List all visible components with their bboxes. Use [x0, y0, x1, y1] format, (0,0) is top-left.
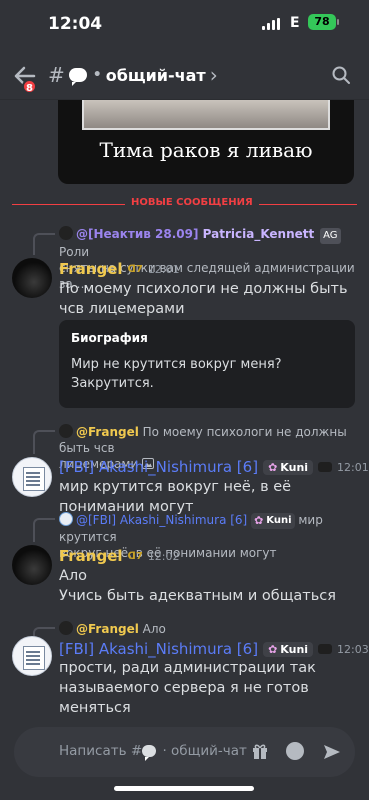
- avatar[interactable]: [12, 636, 52, 676]
- avatar[interactable]: [12, 545, 52, 585]
- message-header: Frangel ꓷ7 12:02: [59, 547, 180, 565]
- message-header: [FBI] Akashi_Nishimura [6] ✿ Kuni 12:03: [59, 640, 369, 658]
- message-text: Учись быть адекватным и общаться: [59, 588, 336, 604]
- role-icon: ꓷ7: [127, 263, 143, 275]
- placeholder-channel: · общий-чат: [158, 743, 247, 759]
- message-text: По моему психологи не должны быть чсв ли…: [59, 281, 348, 317]
- server-tag: ✿ Kuni: [263, 641, 314, 657]
- server-tag: ✿ Kuni: [263, 459, 314, 475]
- reply-server-tag-label: Kuni: [266, 515, 292, 526]
- avatar[interactable]: [12, 258, 52, 298]
- role-icon: ꓷ7: [127, 550, 143, 562]
- network-label: E: [290, 15, 300, 31]
- message-input[interactable]: Написать # · общий-чат: [14, 727, 355, 777]
- reply-text: Ало: [138, 622, 166, 636]
- flower-icon: ✿: [254, 514, 264, 527]
- reply-author: @Frangel: [76, 425, 139, 439]
- message-input-placeholder: Написать # · общий-чат: [59, 743, 247, 761]
- flower-icon: ✿: [268, 642, 278, 656]
- channel-header: # • общий-чат ›: [0, 50, 369, 100]
- status-bar: 12:04 E 78: [0, 0, 369, 50]
- message-text: прости, ради администрации так называемо…: [59, 660, 316, 716]
- image-attachment[interactable]: Тима раков я ливаю: [58, 100, 354, 184]
- chevron-right-icon: ›: [209, 63, 218, 87]
- reply-author: @[FBI] Akashi_Nishimura [6]: [76, 513, 248, 527]
- reply-connector: [33, 518, 55, 542]
- timestamp: 12:03: [337, 642, 369, 656]
- unread-badge: 8: [22, 79, 37, 94]
- reply-avatar: [59, 621, 73, 635]
- reply-avatar: [59, 424, 73, 438]
- cat-icon: [318, 644, 333, 654]
- avatar[interactable]: [12, 457, 52, 497]
- status-time: 12:04: [48, 14, 103, 34]
- server-tag-label: Kuni: [280, 642, 309, 656]
- gift-icon[interactable]: [251, 742, 269, 760]
- embed-line-1: Мир не крутится вокруг меня?: [71, 357, 282, 372]
- search-icon[interactable]: [331, 65, 351, 85]
- reply-text: Роли: [59, 245, 90, 259]
- profile-embed: Биография Мир не крутится вокруг меня? З…: [59, 320, 355, 408]
- reply-connector: [33, 430, 55, 454]
- image-photo: [82, 100, 330, 130]
- cat-icon: [318, 462, 333, 472]
- message-header: [FBI] Akashi_Nishimura [6] ✿ Kuni 12:01: [59, 458, 369, 476]
- reply-preview[interactable]: @Frangel Ало: [59, 621, 359, 637]
- reply-connector: [33, 233, 55, 255]
- reply-tag: AG: [320, 228, 341, 244]
- timestamp: 12:01: [337, 460, 369, 474]
- separator-dot: •: [92, 67, 102, 83]
- channel-name: общий-чат: [105, 65, 206, 85]
- signal-icon: [262, 18, 280, 30]
- message-text: Ало: [59, 568, 88, 584]
- channel-title[interactable]: # • общий-чат ›: [48, 63, 218, 87]
- image-caption: Тима раков я ливаю: [99, 138, 313, 162]
- battery-tip: [337, 19, 339, 25]
- speech-bubble-icon: [68, 68, 87, 86]
- message-text: мир крутится вокруг неё, в её понимании …: [59, 479, 292, 515]
- home-indicator: [114, 786, 254, 791]
- reply-avatar: [59, 512, 73, 526]
- battery-indicator: 78: [308, 14, 336, 30]
- embed-line-2: Закрутится.: [71, 376, 154, 391]
- reply-server-tag: ✿ Kuni: [251, 513, 295, 529]
- message-header: Frangel ꓷ7 12:01: [59, 260, 180, 278]
- timestamp: 12:01: [147, 262, 180, 276]
- send-icon[interactable]: [322, 742, 342, 762]
- speech-bubble-icon: [142, 745, 157, 761]
- author-name[interactable]: [FBI] Akashi_Nishimura [6]: [59, 640, 258, 658]
- server-tag-label: Kuni: [280, 460, 309, 474]
- reply-author: Patricia_Kennett: [202, 227, 315, 241]
- hash-icon: #: [48, 63, 65, 87]
- reply-avatar: [59, 226, 73, 240]
- new-messages-label: НОВЫЕ СООБЩЕНИЯ: [125, 197, 259, 208]
- reply-author: @Frangel: [76, 622, 139, 636]
- author-name[interactable]: Frangel: [59, 260, 123, 278]
- emoji-icon[interactable]: [286, 742, 304, 760]
- reply-prefix: @[Неактив 28.09]: [76, 227, 203, 241]
- embed-title: Биография: [71, 331, 148, 345]
- timestamp: 12:02: [147, 549, 180, 563]
- placeholder-prefix: Написать #: [59, 743, 143, 759]
- author-name[interactable]: [FBI] Akashi_Nishimura [6]: [59, 458, 258, 476]
- author-name[interactable]: Frangel: [59, 547, 123, 565]
- flower-icon: ✿: [268, 460, 278, 474]
